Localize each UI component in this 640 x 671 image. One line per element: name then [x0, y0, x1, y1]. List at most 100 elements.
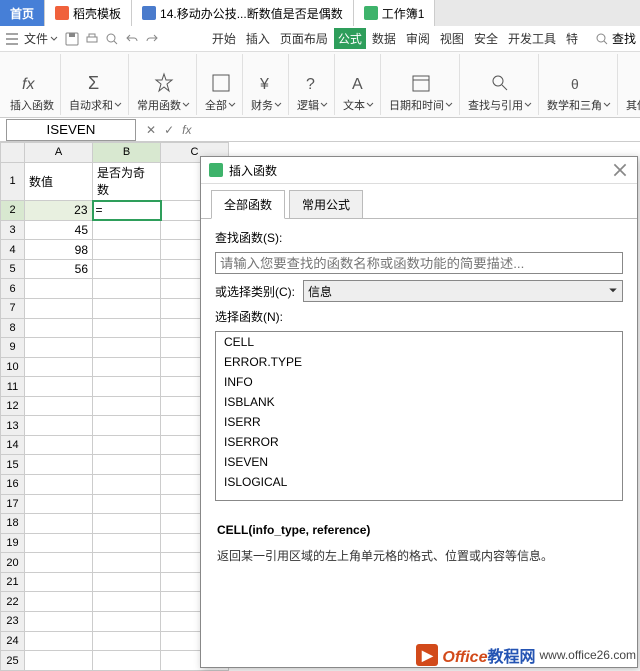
ribbon-math[interactable]: θ 数学和三角 — [541, 54, 618, 115]
dialog-tab-common[interactable]: 常用公式 — [289, 190, 363, 218]
row-header[interactable]: 4 — [1, 240, 25, 260]
cell[interactable] — [93, 377, 161, 397]
row-header[interactable]: 15 — [1, 455, 25, 475]
cell[interactable]: 45 — [25, 220, 93, 240]
ribbon-all-fn[interactable]: 全部 — [199, 54, 243, 115]
function-list[interactable]: CELL ERROR.TYPE INFO ISBLANK ISERR ISERR… — [215, 331, 623, 501]
cell[interactable] — [25, 435, 93, 455]
row-header[interactable]: 19 — [1, 533, 25, 553]
tab-review[interactable]: 审阅 — [402, 28, 434, 49]
cell[interactable] — [93, 475, 161, 495]
tab-insert[interactable]: 插入 — [242, 28, 274, 49]
ribbon-finance[interactable]: ¥ 财务 — [245, 54, 289, 115]
row-header[interactable]: 2 — [1, 201, 25, 221]
row-header[interactable]: 1 — [1, 162, 25, 201]
row-header[interactable]: 17 — [1, 494, 25, 514]
cell[interactable] — [93, 611, 161, 631]
dialog-tab-all[interactable]: 全部函数 — [211, 190, 285, 219]
ribbon-other[interactable]: 其他函数 — [620, 54, 640, 115]
save-icon[interactable] — [64, 31, 80, 47]
category-select[interactable]: 信息 — [303, 280, 623, 302]
cell[interactable] — [25, 592, 93, 612]
cell[interactable] — [25, 514, 93, 534]
row-header[interactable]: 12 — [1, 396, 25, 416]
cell[interactable] — [25, 455, 93, 475]
row-header[interactable]: 22 — [1, 592, 25, 612]
cell[interactable] — [93, 631, 161, 651]
cell[interactable] — [93, 279, 161, 299]
cell[interactable] — [93, 514, 161, 534]
cell[interactable] — [25, 475, 93, 495]
cell[interactable] — [93, 220, 161, 240]
tab-data[interactable]: 数据 — [368, 28, 400, 49]
cell[interactable] — [93, 396, 161, 416]
preview-icon[interactable] — [104, 31, 120, 47]
active-cell[interactable]: = — [93, 201, 161, 221]
cell[interactable] — [25, 553, 93, 573]
confirm-icon[interactable]: ✓ — [164, 123, 174, 137]
select-all-corner[interactable] — [1, 143, 25, 163]
cell[interactable] — [25, 318, 93, 338]
tab-templates[interactable]: 稻壳模板 — [45, 0, 132, 26]
cell[interactable] — [93, 651, 161, 671]
row-header[interactable]: 8 — [1, 318, 25, 338]
row-header[interactable]: 10 — [1, 357, 25, 377]
tab-special[interactable]: 特 — [562, 28, 582, 49]
redo-icon[interactable] — [144, 31, 160, 47]
tab-security[interactable]: 安全 — [470, 28, 502, 49]
ribbon-lookup[interactable]: 查找与引用 — [462, 54, 539, 115]
row-header[interactable]: 7 — [1, 298, 25, 318]
row-header[interactable]: 18 — [1, 514, 25, 534]
tab-devtools[interactable]: 开发工具 — [504, 28, 560, 49]
tab-start[interactable]: 开始 — [208, 28, 240, 49]
dialog-titlebar[interactable]: 插入函数 — [201, 157, 637, 184]
cell[interactable] — [93, 455, 161, 475]
tab-home[interactable]: 首页 — [0, 0, 45, 26]
row-header[interactable]: 11 — [1, 377, 25, 397]
cell[interactable] — [93, 357, 161, 377]
cell[interactable]: 是否为奇数 — [93, 162, 161, 201]
cell[interactable] — [25, 651, 93, 671]
fn-item[interactable]: INFO — [216, 372, 622, 392]
tab-formula[interactable]: 公式 — [334, 28, 366, 49]
ribbon-text[interactable]: A 文本 — [337, 54, 381, 115]
row-header[interactable]: 9 — [1, 338, 25, 358]
tab-document-w[interactable]: 14.移动办公技...断数值是否是偶数 — [132, 0, 354, 26]
row-header[interactable]: 3 — [1, 220, 25, 240]
ribbon-logic[interactable]: ? 逻辑 — [291, 54, 335, 115]
grid[interactable]: A B C 1数值是否为奇数 223= 345 498 556 6 7 8 9 … — [0, 142, 229, 671]
row-header[interactable]: 20 — [1, 553, 25, 573]
cell[interactable] — [93, 592, 161, 612]
row-header[interactable]: 5 — [1, 259, 25, 279]
fn-item[interactable]: ISLOGICAL — [216, 472, 622, 492]
fn-item[interactable]: ISERR — [216, 412, 622, 432]
cell[interactable] — [93, 338, 161, 358]
close-icon[interactable] — [611, 161, 629, 179]
file-menu[interactable]: 文件 — [24, 30, 58, 47]
cell[interactable] — [25, 494, 93, 514]
cell[interactable] — [93, 318, 161, 338]
fn-item[interactable]: ISEVEN — [216, 452, 622, 472]
col-header-b[interactable]: B — [93, 143, 161, 163]
cell[interactable]: 数值 — [25, 162, 93, 201]
cell[interactable] — [93, 553, 161, 573]
cancel-icon[interactable]: ✕ — [146, 123, 156, 137]
row-header[interactable]: 16 — [1, 475, 25, 495]
row-header[interactable]: 14 — [1, 435, 25, 455]
fn-item[interactable]: ERROR.TYPE — [216, 352, 622, 372]
row-header[interactable]: 21 — [1, 572, 25, 592]
undo-icon[interactable] — [124, 31, 140, 47]
ribbon-insert-function[interactable]: fx 插入函数 — [4, 54, 61, 115]
cell[interactable] — [25, 631, 93, 651]
fn-item[interactable]: CELL — [216, 332, 622, 352]
cell[interactable] — [93, 533, 161, 553]
cell[interactable]: 56 — [25, 259, 93, 279]
row-header[interactable]: 23 — [1, 611, 25, 631]
cell[interactable] — [93, 572, 161, 592]
cell[interactable] — [25, 611, 93, 631]
fn-item[interactable]: ISERROR — [216, 432, 622, 452]
cell[interactable]: 23 — [25, 201, 93, 221]
name-box[interactable] — [6, 119, 136, 141]
cell[interactable] — [25, 298, 93, 318]
cell[interactable] — [25, 377, 93, 397]
